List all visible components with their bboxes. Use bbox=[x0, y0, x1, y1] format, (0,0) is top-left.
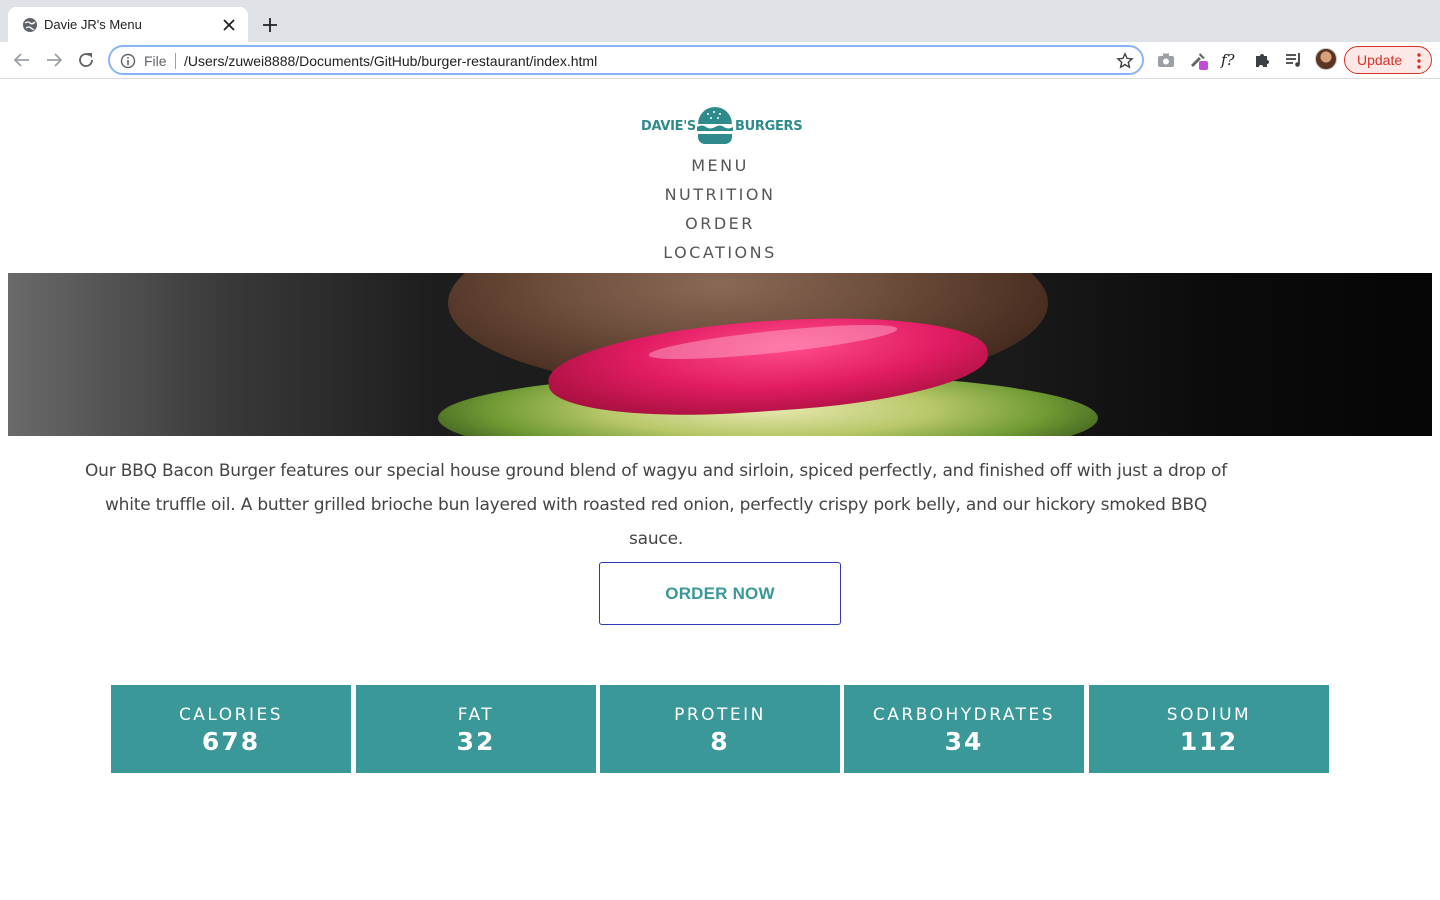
nutrition-card-calories: CALORIES 678 bbox=[111, 685, 351, 773]
nav-item-order[interactable]: ORDER bbox=[0, 213, 1440, 242]
bookmark-star-icon[interactable] bbox=[1116, 52, 1134, 70]
close-tab-icon[interactable] bbox=[220, 16, 238, 34]
nutrition-label: FAT bbox=[457, 705, 495, 725]
hero-burger-image bbox=[8, 273, 1432, 436]
nutrition-card-fat: FAT 32 bbox=[356, 685, 596, 773]
nutrition-value: 8 bbox=[710, 727, 730, 756]
nutrition-card-carbohydrates: CARBOHYDRATES 34 bbox=[844, 685, 1084, 773]
reload-icon[interactable] bbox=[76, 50, 96, 70]
camera-icon[interactable] bbox=[1156, 50, 1176, 70]
main-nav: MENU NUTRITION ORDER LOCATIONS bbox=[0, 155, 1440, 271]
browser-tab[interactable]: Davie JR's Menu bbox=[8, 7, 248, 42]
nav-item-nutrition[interactable]: NUTRITION bbox=[0, 184, 1440, 213]
nutrition-value: 34 bbox=[944, 727, 984, 756]
nutrition-facts: CALORIES 678 FAT 32 PROTEIN 8 CARBOHYDRA… bbox=[111, 685, 1329, 773]
back-icon[interactable] bbox=[12, 50, 32, 70]
profile-avatar[interactable] bbox=[1315, 48, 1337, 70]
nutrition-label: PROTEIN bbox=[674, 705, 766, 725]
nutrition-label: CALORIES bbox=[178, 705, 284, 725]
info-icon[interactable] bbox=[120, 53, 136, 69]
browser-toolbar: File /Users/zuwei8888/Documents/GitHub/b… bbox=[0, 42, 1440, 79]
tab-title: Davie JR's Menu bbox=[44, 17, 142, 32]
reading-list-icon[interactable] bbox=[1284, 50, 1304, 70]
nutrition-value: 32 bbox=[456, 727, 496, 756]
eyedropper-icon[interactable] bbox=[1188, 50, 1208, 70]
nutrition-value: 112 bbox=[1179, 727, 1239, 756]
nutrition-label: CARBOHYDRATES bbox=[872, 705, 1056, 725]
update-label: Update bbox=[1357, 52, 1403, 68]
globe-icon bbox=[23, 18, 37, 32]
update-button[interactable]: Update bbox=[1344, 46, 1432, 74]
burger-logo-icon bbox=[697, 107, 733, 144]
new-tab-icon[interactable] bbox=[260, 15, 280, 35]
more-vertical-icon bbox=[1417, 53, 1421, 69]
nutrition-card-protein: PROTEIN 8 bbox=[600, 685, 840, 773]
fonts-icon[interactable]: f? bbox=[1220, 50, 1240, 70]
nutrition-label: SODIUM bbox=[1166, 705, 1252, 725]
nav-item-locations[interactable]: LOCATIONS bbox=[0, 242, 1440, 271]
nutrition-card-sodium: SODIUM 112 bbox=[1089, 685, 1329, 773]
forward-icon[interactable] bbox=[44, 50, 64, 70]
order-now-button[interactable]: ORDER NOW bbox=[599, 562, 841, 625]
nav-item-menu[interactable]: MENU bbox=[0, 155, 1440, 184]
divider bbox=[175, 53, 176, 69]
address-bar[interactable]: File /Users/zuwei8888/Documents/GitHub/b… bbox=[108, 45, 1144, 75]
logo-text-left: DAVIE'S bbox=[641, 119, 696, 134]
site-logo[interactable]: DAVIE'S BURGERS bbox=[638, 103, 803, 147]
scheme-label: File bbox=[144, 53, 167, 69]
burger-description: Our BBQ Bacon Burger features our specia… bbox=[84, 461, 1228, 549]
logo-text-right: BURGERS bbox=[735, 119, 803, 134]
browser-tabstrip: Davie JR's Menu bbox=[0, 0, 1440, 42]
puzzle-icon[interactable] bbox=[1252, 50, 1272, 70]
nutrition-value: 678 bbox=[201, 727, 261, 756]
url-text[interactable]: /Users/zuwei8888/Documents/GitHub/burger… bbox=[184, 53, 597, 69]
svg-text:f?: f? bbox=[1220, 51, 1236, 69]
